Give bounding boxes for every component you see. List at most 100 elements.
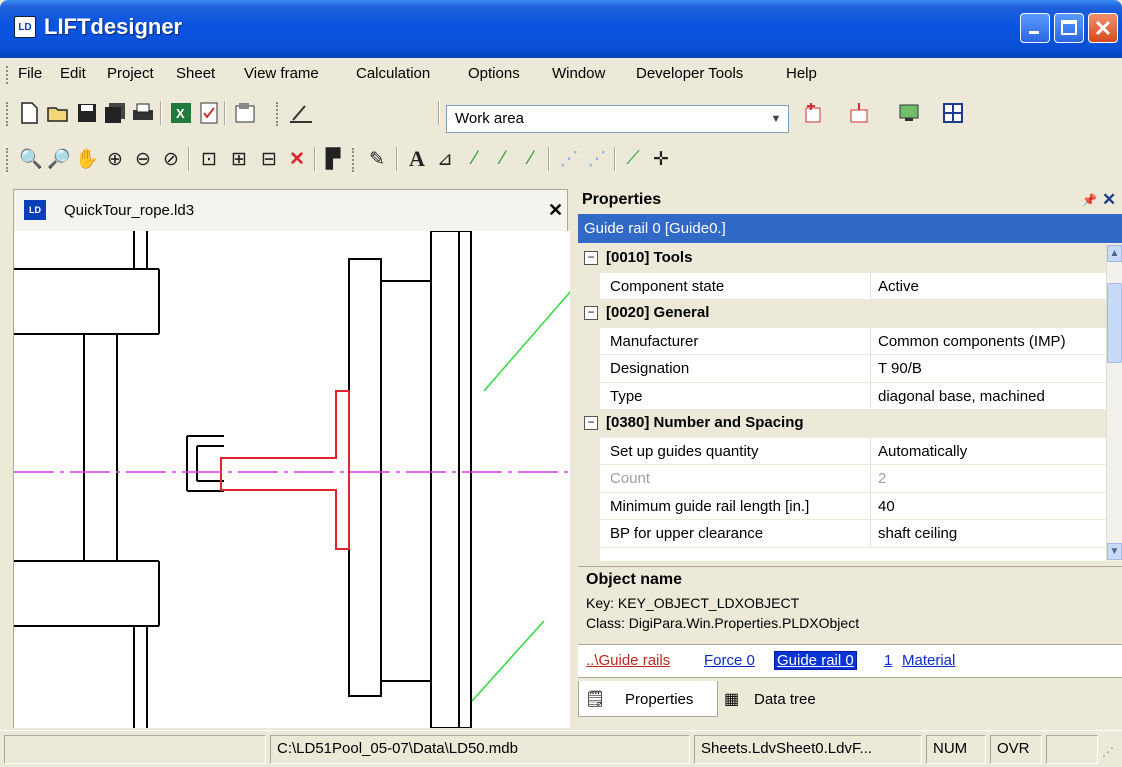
new-file-icon[interactable] [16,100,42,126]
text-box-icon[interactable]: ⊿ [432,146,458,172]
property-row[interactable]: Type diagonal base, machined [578,382,1106,410]
breadcrumb-material[interactable]: Material [902,652,955,669]
close-document-icon[interactable]: ✕ [548,200,563,221]
work-area-combo[interactable]: Work area ▼ [446,105,789,133]
dimension-icon[interactable]: ▛ [320,146,346,172]
text-tool-icon[interactable]: A [404,146,430,172]
breadcrumb-force-0[interactable]: Force 0 [704,652,755,669]
property-row[interactable]: Set up guides quantity Automatically [578,437,1106,465]
delete-icon[interactable]: ✕ [284,146,310,172]
property-grid-scrollbar[interactable]: ▲ ▼ [1106,245,1122,561]
category-general[interactable]: − [0020] General [578,300,1106,328]
menu-options[interactable]: Options [468,65,520,82]
close-button[interactable] [1088,13,1118,43]
pan-hand-icon[interactable]: ✋ [74,146,100,172]
dashed-line-2-icon[interactable]: ⋰ [584,146,610,172]
breadcrumb-1[interactable]: 1 [884,652,892,669]
menu-view-frame[interactable]: View frame [244,65,319,82]
menu-calculation[interactable]: Calculation [356,65,430,82]
report-icon[interactable] [196,100,222,126]
selected-object-bar[interactable]: Guide rail 0 [Guide0.] [578,214,1122,243]
breadcrumb: ..\Guide rails Force 0 Guide rail 0 1 Ma… [578,644,1122,678]
menu-grip[interactable] [6,66,9,84]
menu-window[interactable]: Window [552,65,605,82]
category-number-spacing[interactable]: − [0380] Number and Spacing [578,410,1106,438]
scroll-up-icon[interactable]: ▲ [1107,245,1122,262]
toolbar-grip[interactable] [6,102,9,126]
view-icon[interactable] [896,100,922,126]
insert-group-icon[interactable] [846,100,872,126]
status-ovr: OVR [990,735,1042,764]
status-panel-main [4,735,266,764]
zoom-window-icon[interactable]: 🔎 [46,146,72,172]
menu-file[interactable]: File [18,65,42,82]
tab-data-tree[interactable]: ▦ Data tree [718,681,868,717]
title-bar[interactable]: LD LIFTdesigner [0,0,1122,58]
collapse-icon[interactable]: − [584,251,598,265]
fit-page-icon[interactable]: ⊟ [256,146,282,172]
property-row[interactable]: Minimum guide rail length [in.] 40 [578,492,1106,520]
maximize-button[interactable] [1054,13,1084,43]
pen-icon[interactable]: ✎ [364,146,390,172]
zoom-out-icon[interactable]: ⊖ [130,146,156,172]
toolbar-grip[interactable] [6,148,9,172]
excel-export-icon[interactable]: X [168,100,194,126]
minimize-button[interactable] [1020,13,1050,43]
menu-sheet[interactable]: Sheet [176,65,215,82]
panel-tabs: 🗒 Properties ▦ Data tree [576,678,1122,728]
close-panel-icon[interactable]: ✕ [1102,190,1116,210]
collapse-icon[interactable]: − [584,416,598,430]
toolbar-grip[interactable] [352,148,355,172]
property-row-partial[interactable] [578,547,1106,561]
status-sheet: Sheets.LdvSheet0.LdvF... [694,735,922,764]
scroll-down-icon[interactable]: ▼ [1107,543,1122,560]
menu-edit[interactable]: Edit [60,65,86,82]
pin-icon[interactable]: 📌 [1082,193,1097,207]
toolbar-grip[interactable] [276,102,279,126]
fit-width-icon[interactable]: ⊡ [196,146,222,172]
line-3-icon[interactable]: ⁄ [518,146,544,172]
dashed-line-1-icon[interactable]: ⋰ [556,146,582,172]
line-2-icon[interactable]: ⁄ [490,146,516,172]
menu-help[interactable]: Help [786,65,817,82]
tab-properties[interactable]: 🗒 Properties [578,681,718,717]
description-key: Key: KEY_OBJECT_LDXOBJECT [586,595,800,611]
save-icon[interactable] [74,100,100,126]
insert-component-icon[interactable] [800,100,826,126]
draw-tool-icon[interactable] [288,100,314,126]
save-all-icon[interactable] [102,100,128,126]
properties-icon[interactable] [232,100,258,126]
selected-object-label: Guide rail 0 [Guide0.] [584,220,726,237]
drawing-toolbar: 🔍 🔎 ✋ ⊕ ⊖ ⊘ ⊡ ⊞ ⊟ ✕ ▛ ✎ A ⊿ ⁄ ⁄ ⁄ ⋰ ⋰ ⟋ … [0,138,1122,180]
zoom-all-icon[interactable]: 🔍 [18,146,44,172]
drawing-canvas[interactable] [13,231,570,728]
open-folder-icon[interactable] [46,100,72,126]
properties-panel: Properties 📌 ✕ Guide rail 0 [Guide0.] − … [576,189,1122,728]
description-pane: Object name Key: KEY_OBJECT_LDXOBJECT Cl… [578,566,1122,644]
property-row[interactable]: Manufacturer Common components (IMP) [578,327,1106,355]
property-row[interactable]: BP for upper clearance shaft ceiling [578,520,1106,548]
scroll-thumb[interactable] [1107,283,1122,363]
status-panel-extra [1046,735,1098,764]
collapse-icon[interactable]: − [584,306,598,320]
measure-icon[interactable]: ⟋ [620,146,646,172]
menu-developer-tools[interactable]: Developer Tools [636,65,743,82]
breadcrumb-guide-rail-0[interactable]: Guide rail 0 [774,651,857,670]
data-tree-icon: ▦ [724,691,740,708]
resize-grip-icon[interactable]: ⋰ [1102,745,1114,759]
zoom-previous-icon[interactable]: ⊘ [158,146,184,172]
line-1-icon[interactable]: ⁄ [462,146,488,172]
fit-height-icon[interactable]: ⊞ [226,146,252,172]
snap-icon[interactable]: ✛ [648,146,674,172]
document-tab[interactable]: LD QuickTour_rope.ld3 ✕ [13,189,568,231]
print-icon[interactable] [130,100,156,126]
app-icon[interactable]: LD [14,16,36,38]
zoom-in-icon[interactable]: ⊕ [102,146,128,172]
frame-icon[interactable] [940,100,966,126]
menu-project[interactable]: Project [107,65,154,82]
category-tools[interactable]: − [0010] Tools [578,245,1106,273]
property-row[interactable]: Component state Active [578,272,1106,300]
property-row[interactable]: Designation T 90/B [578,355,1106,383]
chevron-down-icon[interactable]: ▼ [766,108,786,130]
breadcrumb-guide-rails[interactable]: ..\Guide rails [586,652,670,669]
